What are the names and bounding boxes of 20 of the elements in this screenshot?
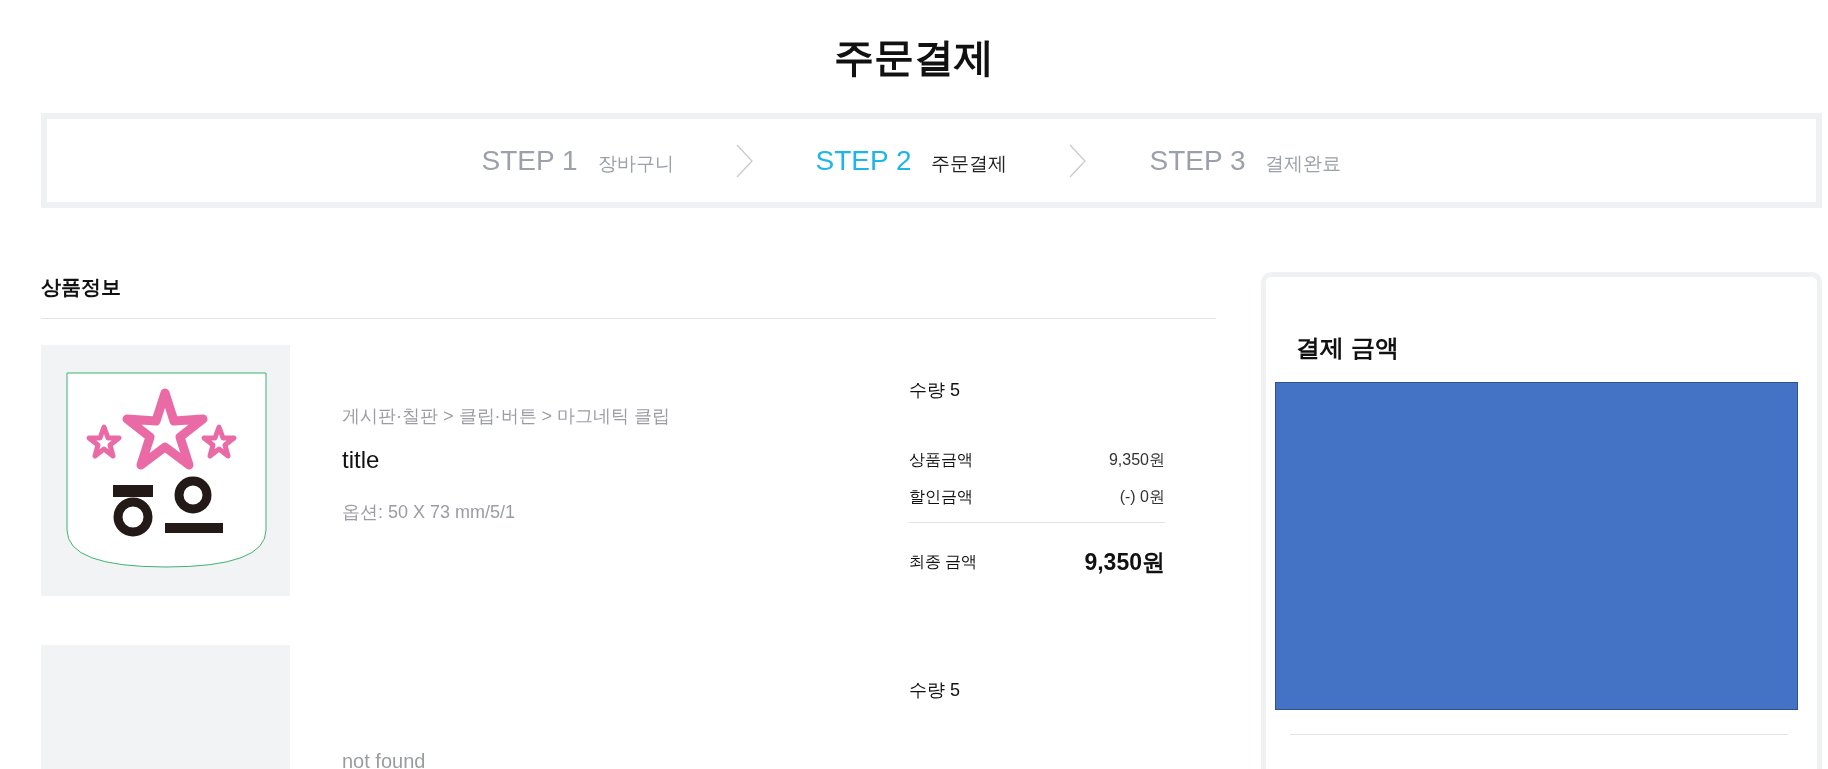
chevron-icon [735,143,754,178]
total-label: 최종 금액 [909,552,978,572]
step-indicator: STEP 1 장바구니 [481,144,674,177]
quantity-text: 수량 5 [909,379,961,402]
total-value: 9,350원 [1084,548,1165,577]
step-indicator: STEP 2 주문결제 [815,144,1008,177]
price-value: 9,350원 [1108,450,1165,470]
price-label: 상품금액 [909,450,973,470]
product-title: title [342,446,381,474]
discount-label: 할인금액 [909,487,973,507]
quantity-text: 수량 5 [909,679,961,702]
section-heading: 상품정보 [41,272,1216,319]
chevron-icon [1069,143,1088,178]
product-title: not found [342,750,427,769]
product-option: 옵션: 50 X 73 mm/5/1 [342,500,909,524]
card-heading: 결제 금액 [1295,333,1400,363]
page-title: 주문결제 [833,34,995,81]
discount-value: (-) 0원 [1119,487,1165,507]
step-indicator: STEP 3 결제완료 [1149,144,1342,177]
category-path: 게시판·칠판 > 클립·버튼 > 마그네틱 클립 [342,405,672,428]
